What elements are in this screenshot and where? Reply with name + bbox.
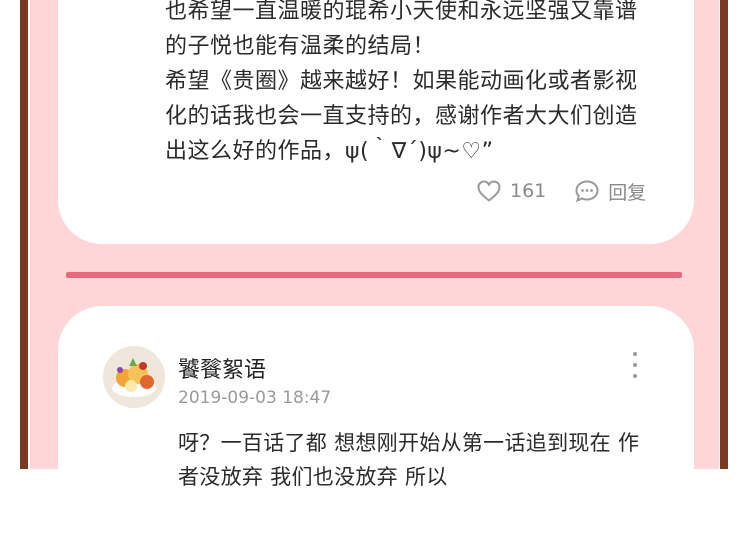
comment-line: 者没放弃 我们也没放弃 所以	[178, 465, 448, 489]
chat-bubble-icon	[574, 179, 600, 203]
comment-line: 呀？一百话了都 想想刚开始从第一话追到现在 作	[178, 431, 640, 455]
timestamp: 2019-09-03 18:47	[178, 388, 332, 408]
frame-right-border	[720, 0, 728, 469]
more-vertical-icon[interactable]	[625, 352, 645, 378]
section-divider	[66, 272, 682, 278]
frame-left-border	[20, 0, 28, 469]
like-count: 161	[510, 180, 547, 202]
comment-line: 也希望一直温暖的琨希小天使和永远坚强又靠谱	[165, 0, 638, 24]
heart-outline-icon	[476, 179, 502, 203]
comment-line: 希望《贵圈》越来越好！如果能动画化或者影视	[165, 69, 638, 94]
comment-line: 的子悦也能有温柔的结局！	[165, 34, 436, 59]
comment-body: 呀？一百话了都 想想刚开始从第一话追到现在 作 者没放弃 我们也没放弃 所以	[178, 426, 678, 494]
comment-actions: 161 回复	[476, 176, 646, 206]
avatar[interactable]	[103, 346, 165, 408]
comment-line: 化的话我也会一直支持的，感谢作者大大们创造	[165, 104, 638, 129]
comment-body: 也希望一直温暖的琨希小天使和永远坚强又靠谱 的子悦也能有温柔的结局！ 希望《贵圈…	[165, 0, 665, 169]
reply-label: 回复	[608, 181, 647, 204]
reply-button[interactable]: 回复	[574, 178, 646, 205]
username[interactable]: 饕餮絮语	[178, 352, 266, 384]
comment-line: 出这么好的作品，ψ(｀∇´)ψ~♡”	[165, 139, 494, 164]
like-button[interactable]: 161	[476, 179, 574, 203]
